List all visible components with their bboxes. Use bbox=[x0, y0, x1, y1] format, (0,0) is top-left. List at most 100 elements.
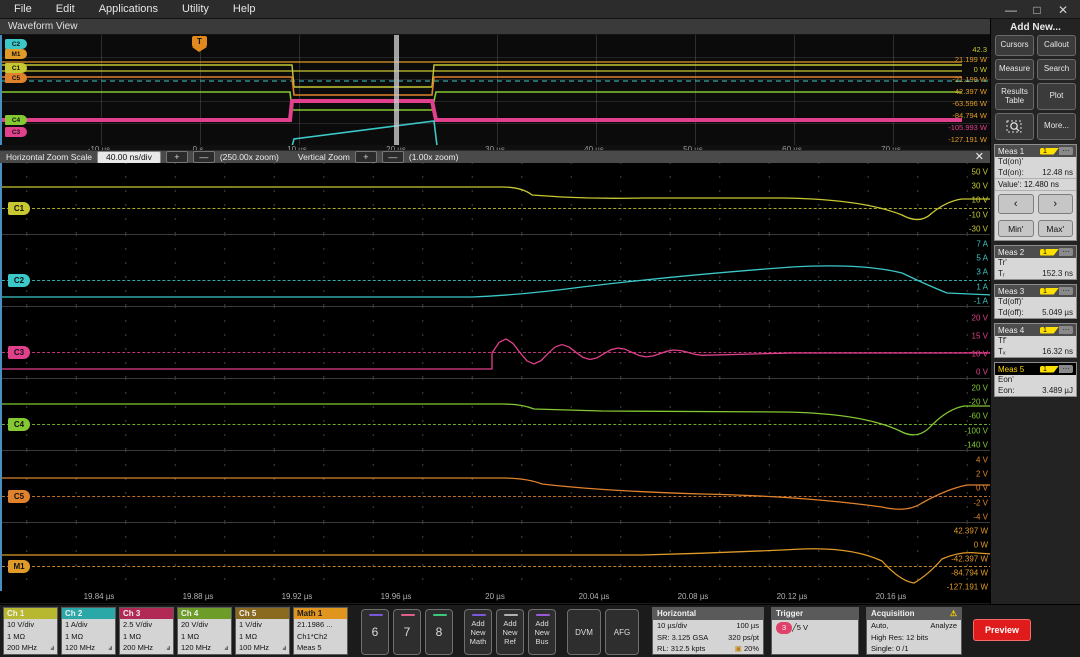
measure-button[interactable]: Measure bbox=[995, 59, 1034, 80]
channel-badge-c2[interactable]: C2 bbox=[8, 274, 30, 287]
channel-card-ch-1[interactable]: Ch 110 V/div1 MΩ200 MHzⅎ bbox=[3, 607, 58, 655]
measurement-source-pill[interactable]: 1⋯ bbox=[1040, 147, 1073, 155]
results-table-button[interactable]: Results Table bbox=[995, 83, 1034, 110]
callout-button[interactable]: Callout bbox=[1037, 35, 1076, 56]
zoom-control-strip: Horizontal Zoom Scale 40.00 ns/div + — (… bbox=[0, 150, 990, 163]
measurement-menu-icon[interactable]: ⋯ bbox=[1059, 326, 1073, 334]
channel-card-ch-5[interactable]: Ch 51 V/div1 MΩ100 MHzⅎ bbox=[235, 607, 290, 655]
main-graticule[interactable]: C150 V30 V10 V-10 V-30 VC27 A5 A3 A1 A-1… bbox=[0, 163, 990, 593]
channel-card-math-1[interactable]: Math 121.1986 ...Ch1*Ch2Meas 5 bbox=[293, 607, 348, 655]
measurement-badge-3[interactable]: Meas 31⋯Td(off)'Td(off):5.049 µs bbox=[994, 284, 1077, 319]
menu-item-file[interactable]: File bbox=[0, 0, 44, 19]
measurement-menu-icon[interactable]: ⋯ bbox=[1059, 287, 1073, 295]
trigger-settings-badge[interactable]: Trigger 3 ╱ 5 V bbox=[771, 607, 859, 655]
acquisition-settings-badge[interactable]: Acquisition ⚠ Auto, Analyze High Res: 12… bbox=[866, 607, 962, 655]
add-button-add-new-math[interactable]: AddNewMath bbox=[464, 609, 492, 655]
channel-badge-m1[interactable]: M1 bbox=[8, 560, 30, 573]
minimize-icon[interactable]: — bbox=[998, 0, 1024, 19]
horizontal-settings-badge[interactable]: Horizontal 10 µs/div 100 µs SR: 3.125 GS… bbox=[652, 607, 764, 655]
y-axis-tick: 10 V bbox=[972, 350, 988, 359]
y-axis-tick: -2 V bbox=[973, 499, 988, 508]
overview-badge-c1[interactable]: C1 bbox=[5, 63, 27, 73]
measurement-source-pill[interactable]: 1⋯ bbox=[1040, 248, 1073, 256]
y-axis-tick: -1 A bbox=[974, 297, 988, 306]
zero-reference-line bbox=[2, 352, 990, 353]
measurement-source-pill[interactable]: 1⋯ bbox=[1040, 365, 1073, 373]
measurement-badge-1[interactable]: Meas 11⋯Td(on)'Td(on):12.48 nsValue': 12… bbox=[994, 144, 1077, 241]
min-button[interactable]: Min' bbox=[998, 220, 1034, 237]
overview-badge-c2[interactable]: C2 bbox=[5, 39, 27, 49]
menu-item-applications[interactable]: Applications bbox=[87, 0, 170, 19]
overview-badge-c4[interactable]: C4 bbox=[5, 115, 27, 125]
zoom-box-cursor[interactable] bbox=[394, 35, 399, 145]
channel-badge-c5[interactable]: C5 bbox=[8, 490, 30, 503]
waveform-slice-m1[interactable]: M142.397 W0 W-42.397 W-84.794 W-127.191 … bbox=[2, 523, 990, 593]
waveform-slice-c1[interactable]: C150 V30 V10 V-10 V-30 V bbox=[2, 163, 990, 235]
measurement-badge-2[interactable]: Meas 21⋯Tr'Tᵣ152.3 ns bbox=[994, 245, 1077, 280]
measurement-badge-5[interactable]: Meas 51⋯Eon'Eon:3.489 µJ bbox=[994, 362, 1077, 397]
graticule-dots bbox=[2, 235, 990, 306]
next-button[interactable]: › bbox=[1038, 194, 1074, 214]
close-icon[interactable]: ✕ bbox=[1050, 0, 1076, 19]
afg-button[interactable]: AFG bbox=[605, 609, 639, 655]
measurement-menu-icon[interactable]: ⋯ bbox=[1059, 147, 1073, 155]
measurement-source-pill[interactable]: 1⋯ bbox=[1040, 326, 1073, 334]
add-button-add-new-ref[interactable]: AddNewRef bbox=[496, 609, 524, 655]
channel-badge-c1[interactable]: C1 bbox=[8, 202, 30, 215]
waveform-slice-c3[interactable]: C320 V15 V10 V0 V bbox=[2, 307, 990, 379]
measurement-menu-icon[interactable]: ⋯ bbox=[1059, 248, 1073, 256]
trigger-source-pill[interactable]: 3 bbox=[776, 622, 792, 634]
v-zoom-minus-button[interactable]: — bbox=[382, 151, 404, 163]
preview-button[interactable]: Preview bbox=[973, 619, 1031, 641]
h-zoom-minus-button[interactable]: — bbox=[193, 151, 215, 163]
acquisition-row-1: High Res: 12 bits bbox=[867, 632, 961, 644]
dvm-button[interactable]: DVM bbox=[567, 609, 601, 655]
trigger-level: 5 V bbox=[797, 622, 808, 634]
channel-card-ch-4[interactable]: Ch 420 V/div1 MΩ120 MHzⅎ bbox=[177, 607, 232, 655]
overview-badge-c3[interactable]: C3 bbox=[5, 127, 27, 137]
search-button[interactable]: Search bbox=[1037, 59, 1076, 80]
channel-card-ch-3[interactable]: Ch 32.5 V/div1 MΩ200 MHzⅎ bbox=[119, 607, 174, 655]
close-zoom-icon[interactable]: ✕ bbox=[975, 152, 984, 163]
measurement-header: Meas 31⋯ bbox=[995, 285, 1076, 297]
menu-item-help[interactable]: Help bbox=[221, 0, 268, 19]
measurement-source-pill[interactable]: 1⋯ bbox=[1040, 287, 1073, 295]
channel-impedance: Ch1*Ch2 bbox=[294, 631, 347, 643]
trigger-marker[interactable]: T bbox=[192, 36, 207, 51]
overview-panel[interactable]: C2M1C1C5C4C3 42.321.199 W0 W-21.199 W-42… bbox=[0, 35, 990, 145]
h-zoom-scale-value[interactable]: 40.00 ns/div bbox=[97, 151, 161, 164]
v-zoom-plus-button[interactable]: + bbox=[355, 151, 377, 163]
y-axis-tick: -100 V bbox=[964, 427, 988, 436]
menu-item-utility[interactable]: Utility bbox=[170, 0, 221, 19]
channel-scale: 1 V/div bbox=[236, 619, 289, 631]
measurement-menu-icon[interactable]: ⋯ bbox=[1059, 365, 1073, 373]
overview-badge-c5[interactable]: C5 bbox=[5, 73, 27, 83]
waveform-slice-c2[interactable]: C27 A5 A3 A1 A-1 A bbox=[2, 235, 990, 307]
waveform-slice-c4[interactable]: C420 V-20 V-60 V-100 V-140 V bbox=[2, 379, 990, 451]
menu-item-edit[interactable]: Edit bbox=[44, 0, 87, 19]
channel-badge-c3[interactable]: C3 bbox=[8, 346, 30, 359]
channel-button-7[interactable]: 7 bbox=[393, 609, 421, 655]
plot-button[interactable]: Plot bbox=[1037, 83, 1076, 110]
max-button[interactable]: Max' bbox=[1038, 220, 1074, 237]
more-button[interactable]: More... bbox=[1037, 113, 1076, 140]
cursors-button[interactable]: Cursors bbox=[995, 35, 1034, 56]
prev-button[interactable]: ‹ bbox=[998, 194, 1034, 214]
measurement-badge-4[interactable]: Meas 41⋯Tf'Tₓ16.32 ns bbox=[994, 323, 1077, 358]
y-axis-tick: 1 A bbox=[976, 283, 988, 292]
channel-badge-c4[interactable]: C4 bbox=[8, 418, 30, 431]
measurement-source: 1 bbox=[1040, 366, 1059, 373]
waveform-slice-c5[interactable]: C54 V2 V0 V-2 V-4 V bbox=[2, 451, 990, 523]
measurement-value-label: Td(on): bbox=[998, 168, 1024, 179]
maximize-icon[interactable]: □ bbox=[1024, 0, 1050, 19]
overview-badge-m1[interactable]: M1 bbox=[5, 49, 27, 59]
add-button-add-new-bus[interactable]: AddNewBus bbox=[528, 609, 556, 655]
channel-button-6[interactable]: 6 bbox=[361, 609, 389, 655]
main-time-tick: 19.96 µs bbox=[381, 592, 412, 601]
zoom-area-icon[interactable] bbox=[995, 113, 1034, 140]
channel-button-8[interactable]: 8 bbox=[425, 609, 453, 655]
channel-card-ch-2[interactable]: Ch 21 A/div1 MΩ120 MHzⅎ bbox=[61, 607, 116, 655]
y-axis-tick: 0 V bbox=[976, 484, 988, 493]
h-zoom-plus-button[interactable]: + bbox=[166, 151, 188, 163]
inactive-channel-buttons: 678 bbox=[361, 607, 453, 655]
